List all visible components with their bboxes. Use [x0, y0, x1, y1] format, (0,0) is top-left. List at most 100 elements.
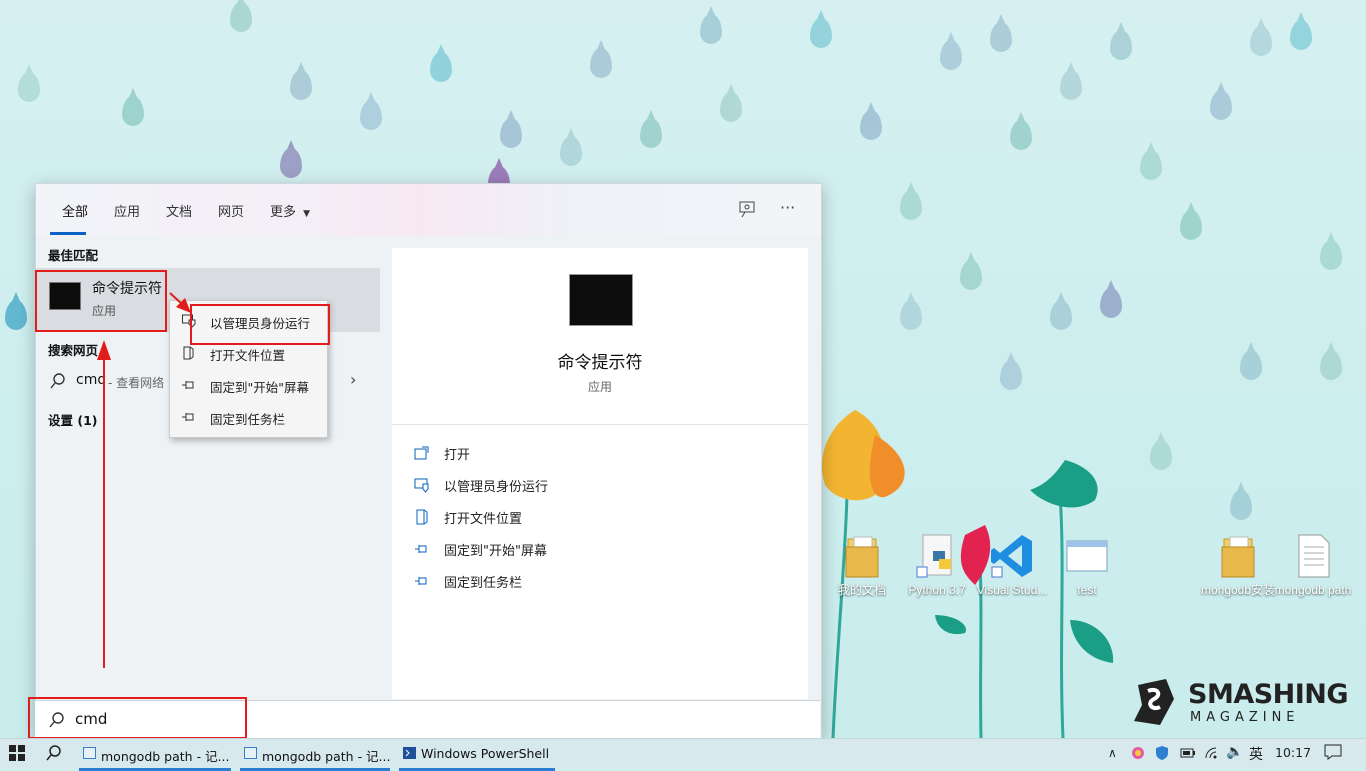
- taskbar-app-notepad-2[interactable]: mongodb path - 记...: [240, 739, 390, 771]
- volume-icon[interactable]: 🔈: [1226, 744, 1243, 760]
- raindrop-decoration: [1240, 350, 1262, 380]
- context-item-label: 打开文件位置: [210, 348, 286, 363]
- battery-icon[interactable]: [1180, 746, 1196, 763]
- tab-more[interactable]: 更多 ▼: [270, 201, 310, 220]
- divider: [392, 424, 808, 425]
- raindrop-decoration: [1250, 26, 1272, 56]
- action-run-as-admin[interactable]: 以管理员身份运行: [414, 474, 714, 496]
- raindrop-decoration: [940, 40, 962, 70]
- pin-icon: [414, 573, 430, 589]
- context-pin-to-start[interactable]: 固定到"开始"屏幕: [170, 370, 327, 400]
- feedback-icon[interactable]: [738, 200, 756, 222]
- desktop-icon-test[interactable]: test: [1048, 533, 1126, 597]
- tab-documents[interactable]: 文档: [166, 201, 192, 220]
- raindrop-decoration: [1000, 360, 1022, 390]
- desktop-icon-my-documents[interactable]: 我的文档: [823, 533, 901, 597]
- raindrop-decoration: [1010, 120, 1032, 150]
- raindrop-decoration: [900, 300, 922, 330]
- chevron-down-icon: ▼: [303, 209, 311, 219]
- tab-web[interactable]: 网页: [218, 201, 244, 220]
- action-label: 打开文件位置: [444, 512, 523, 527]
- tab-all[interactable]: 全部: [62, 201, 88, 220]
- chevron-up-icon[interactable]: ∧: [1108, 746, 1117, 760]
- action-label: 固定到任务栏: [444, 576, 523, 591]
- desktop-icon-mongodb-path[interactable]: mongodb path: [1274, 533, 1352, 597]
- action-open[interactable]: 打开: [414, 442, 714, 464]
- raindrop-decoration: [18, 72, 40, 102]
- chevron-right-icon[interactable]: ›: [350, 370, 356, 389]
- highlight-search-input: [28, 697, 247, 739]
- raindrop-decoration: [560, 136, 582, 166]
- logo-line-1: SMASHING: [1188, 679, 1349, 710]
- raindrop-decoration: [640, 118, 662, 148]
- highlight-best-match: [35, 270, 167, 332]
- smashing-magazine-logo: SMASHING MAGAZINE: [1130, 677, 1349, 727]
- raindrop-decoration: [810, 18, 832, 48]
- web-search-heading: 搜索网页: [48, 343, 99, 358]
- notification-icon[interactable]: [1324, 744, 1342, 763]
- action-label: 固定到"开始"屏幕: [444, 544, 547, 559]
- notepad-icon: [244, 747, 257, 759]
- action-pin-to-taskbar[interactable]: 固定到任务栏: [414, 570, 714, 592]
- more-options-icon[interactable]: ···: [780, 198, 795, 217]
- desktop-icon-label: mongodb path: [1274, 583, 1352, 597]
- taskbar-app-label: mongodb path - 记...: [101, 749, 230, 764]
- raindrop-decoration: [280, 148, 302, 178]
- search-filter-bar: 全部 应用 文档 网页 更多 ▼ ···: [36, 184, 821, 236]
- ime-indicator[interactable]: 英: [1249, 744, 1263, 764]
- desktop-icon-visual-studio[interactable]: Visual Stud...: [973, 533, 1051, 597]
- result-detail-pane: 命令提示符 应用 打开 以管理员身份运行 打开文件位置 固定到"开始"屏幕 固定…: [392, 248, 808, 699]
- action-pin-to-start[interactable]: 固定到"开始"屏幕: [414, 538, 714, 560]
- raindrop-decoration: [122, 96, 144, 126]
- highlight-run-as-admin: [190, 304, 330, 345]
- taskbar: mongodb path - 记... mongodb path - 记... …: [0, 738, 1366, 771]
- text-file-icon: [1291, 533, 1335, 579]
- raindrop-decoration: [590, 48, 612, 78]
- action-open-file-location[interactable]: 打开文件位置: [414, 506, 714, 528]
- context-pin-to-taskbar[interactable]: 固定到任务栏: [170, 402, 327, 432]
- clock-time[interactable]: 10:17: [1275, 745, 1311, 760]
- folder-icon: [1216, 533, 1260, 579]
- context-item-label: 固定到任务栏: [210, 412, 286, 427]
- windows-start-icon[interactable]: [9, 745, 25, 771]
- action-label: 打开: [444, 448, 471, 463]
- tab-apps[interactable]: 应用: [114, 201, 140, 220]
- desktop-icon-python[interactable]: Python 3.7: [898, 533, 976, 597]
- raindrop-decoration: [720, 92, 742, 122]
- desktop-icon-mongodb-install[interactable]: mongodb安装: [1199, 533, 1277, 597]
- notepad-icon: [83, 747, 96, 759]
- file-location-icon: [414, 509, 430, 525]
- search-icon: [50, 373, 66, 393]
- command-prompt-large-icon: [569, 274, 633, 326]
- desktop-icon-label: Python 3.7: [908, 583, 966, 597]
- shield-icon: [414, 477, 430, 493]
- web-search-suffix: - 查看网络: [108, 376, 165, 390]
- raindrop-decoration: [360, 100, 382, 130]
- open-icon: [414, 445, 430, 461]
- taskbar-app-label: mongodb path - 记...: [262, 749, 391, 764]
- desktop-icon-label: 我的文档: [837, 583, 886, 597]
- raindrop-decoration: [1140, 150, 1162, 180]
- vscode-icon: [990, 533, 1034, 579]
- best-match-heading: 最佳匹配: [48, 248, 99, 263]
- web-search-query: cmd: [76, 372, 107, 388]
- desktop-icon-label: test: [1077, 583, 1097, 597]
- pin-icon: [414, 541, 430, 557]
- taskbar-app-label: Windows PowerShell: [421, 746, 550, 761]
- security-shield-icon[interactable]: [1155, 745, 1169, 764]
- pin-icon: [182, 378, 196, 392]
- powershell-icon: [403, 747, 416, 759]
- app-tray-icon[interactable]: [1130, 745, 1146, 764]
- search-icon[interactable]: [46, 745, 62, 771]
- raindrop-decoration: [1110, 30, 1132, 60]
- raindrop-decoration: [1050, 300, 1072, 330]
- raindrop-decoration: [1150, 440, 1172, 470]
- taskbar-app-powershell[interactable]: Windows PowerShell: [399, 739, 555, 771]
- raindrop-decoration: [290, 70, 312, 100]
- taskbar-app-notepad-1[interactable]: mongodb path - 记...: [79, 739, 231, 771]
- raindrop-decoration: [500, 118, 522, 148]
- raindrop-decoration: [990, 22, 1012, 52]
- search-panel: 全部 应用 文档 网页 更多 ▼ ··· 最佳匹配 命令提示符 应用 搜索网页 …: [35, 183, 822, 740]
- wifi-icon[interactable]: [1204, 746, 1220, 763]
- raindrop-decoration: [1290, 20, 1312, 50]
